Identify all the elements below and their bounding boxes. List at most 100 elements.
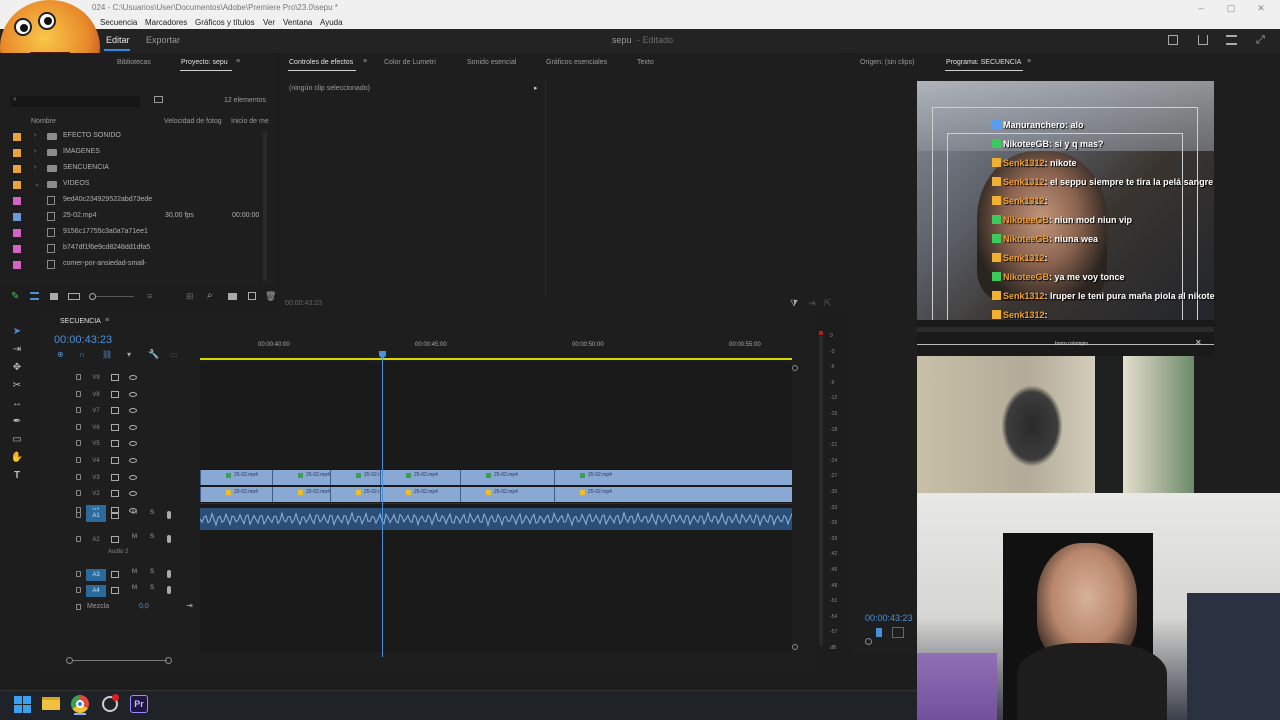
- sync-lock-icon[interactable]: [111, 457, 119, 464]
- sync-lock-icon[interactable]: [111, 490, 119, 498]
- video-track-header[interactable]: V8: [60, 387, 195, 403]
- project-panel-menu-icon[interactable]: ≡: [236, 58, 240, 65]
- sync-lock-icon[interactable]: [111, 407, 119, 415]
- program-settings-icon[interactable]: [892, 627, 904, 638]
- timeline-hscroll-start[interactable]: [66, 657, 73, 664]
- sort-icon[interactable]: ≡: [147, 291, 152, 301]
- playhead-line[interactable]: [382, 352, 383, 657]
- zoom-slider-track[interactable]: [96, 296, 134, 297]
- solo-button[interactable]: S: [150, 510, 154, 516]
- disclosure-chevron-icon[interactable]: ›: [34, 148, 36, 155]
- label-color-swatch[interactable]: [13, 165, 21, 173]
- video-track-header[interactable]: V4: [60, 453, 195, 469]
- sync-lock-icon[interactable]: [111, 512, 119, 519]
- lock-icon[interactable]: [76, 407, 81, 414]
- workspaces-menu-icon[interactable]: [1226, 35, 1237, 45]
- track-name[interactable]: V9: [86, 372, 106, 384]
- project-clip-row[interactable]: comer-por-ansiedad-small-: [10, 257, 265, 273]
- solo-button[interactable]: S: [150, 585, 154, 591]
- project-clip-row[interactable]: 9ed40c234929522abd73ede: [10, 193, 265, 209]
- menu-graficos[interactable]: Gráficos y títulos: [195, 16, 255, 29]
- video-clip-v2[interactable]: 25-02.mp4: [554, 470, 792, 485]
- mix-expand-icon[interactable]: ⇥: [186, 601, 193, 610]
- lock-icon[interactable]: [76, 490, 81, 497]
- track-name[interactable]: V5: [86, 438, 106, 450]
- effect-controls-menu-icon[interactable]: ≡: [363, 58, 367, 65]
- freeform-view-icon[interactable]: [68, 293, 80, 300]
- sequence-menu-icon[interactable]: ≡: [105, 317, 109, 324]
- label-color-swatch[interactable]: [13, 181, 21, 189]
- wrench-icon[interactable]: 🔧: [148, 349, 159, 360]
- timeline-vscroll-end[interactable]: [792, 644, 798, 650]
- delete-icon[interactable]: 🗑: [265, 291, 276, 302]
- eye-icon[interactable]: [129, 375, 137, 380]
- chrome-icon[interactable]: [70, 694, 90, 715]
- audio-track-header[interactable]: A2 M S: [60, 532, 195, 548]
- menu-secuencia[interactable]: Secuencia: [100, 16, 137, 29]
- timeline-hscroll-bar[interactable]: [73, 660, 167, 661]
- export-frame-icon[interactable]: ⇱: [824, 298, 832, 309]
- track-name[interactable]: V4: [86, 455, 106, 467]
- video-clip-v2[interactable]: 25-02.mp4: [200, 470, 272, 485]
- sync-lock-icon[interactable]: [111, 536, 119, 543]
- project-folder-row[interactable]: › EFECTO SONIDO: [10, 129, 265, 145]
- lock-icon[interactable]: [76, 440, 81, 447]
- mute-button[interactable]: M: [132, 585, 137, 591]
- marker-icon[interactable]: ▾: [127, 350, 131, 359]
- sync-lock-icon[interactable]: [111, 440, 119, 448]
- label-color-swatch[interactable]: [13, 245, 21, 253]
- eye-icon[interactable]: [129, 458, 137, 463]
- minimize-icon[interactable]: –: [1186, 0, 1216, 16]
- track-select-tool-icon[interactable]: ⇥: [10, 343, 24, 357]
- ripple-edit-tool-icon[interactable]: ✥: [10, 361, 24, 375]
- program-panel-menu-icon[interactable]: ≡: [1027, 58, 1031, 65]
- column-start[interactable]: Inicio de me: [231, 118, 269, 125]
- play-audio-icon[interactable]: ⇥: [808, 298, 816, 309]
- program-playhead-icon[interactable]: [876, 628, 882, 637]
- video-clip-v2[interactable]: 25-02.mp: [330, 470, 380, 485]
- video-track-header[interactable]: V7: [60, 403, 195, 419]
- video-track-header[interactable]: V6: [60, 420, 195, 436]
- video-clip-v2[interactable]: 25-02.mp4: [380, 470, 460, 485]
- microphone-icon[interactable]: [167, 511, 171, 519]
- icon-view-icon[interactable]: [50, 293, 58, 300]
- disclosure-chevron-icon[interactable]: ›: [34, 164, 36, 171]
- solo-button[interactable]: S: [150, 534, 154, 540]
- disclosure-chevron-icon[interactable]: ⌄: [34, 180, 40, 188]
- eye-icon[interactable]: [129, 391, 137, 397]
- sync-lock-icon[interactable]: [111, 571, 119, 578]
- tab-project[interactable]: Proyecto: sepu: [181, 59, 228, 66]
- eye-icon[interactable]: [129, 441, 137, 447]
- video-track-header[interactable]: V9: [60, 370, 195, 386]
- track-name[interactable]: A3: [86, 569, 106, 581]
- mute-button[interactable]: M: [132, 534, 137, 540]
- filter-icon[interactable]: ⧩: [790, 298, 798, 309]
- project-search-input[interactable]: ⌕: [10, 96, 140, 107]
- microphone-icon[interactable]: [167, 535, 171, 543]
- project-folder-row[interactable]: ⌄ VIDEOS: [10, 177, 265, 193]
- video-clip-v2[interactable]: 25-02.mp4: [272, 470, 330, 485]
- tab-lumetri[interactable]: Color de Lumetri: [384, 59, 436, 66]
- quick-export-icon[interactable]: [1168, 35, 1178, 45]
- project-folder-row[interactable]: › SENCUENCIA: [10, 161, 265, 177]
- captions-icon[interactable]: ▭: [170, 350, 178, 359]
- tab-text[interactable]: Texto: [637, 59, 654, 66]
- video-track-header[interactable]: V3: [60, 470, 195, 486]
- tab-source[interactable]: Origen: (sin clips): [860, 59, 914, 66]
- work-area-bar[interactable]: [200, 358, 792, 360]
- sequence-tab[interactable]: SECUENCIA: [60, 318, 101, 325]
- label-color-swatch[interactable]: [13, 261, 21, 269]
- video-track-header[interactable]: V2: [60, 486, 195, 502]
- lock-icon[interactable]: [76, 374, 81, 380]
- column-name[interactable]: Nombre: [31, 118, 56, 125]
- timeline-ruler[interactable]: 00:00:40:00 00:00:45:00 00:00:50:00 00:0…: [200, 340, 792, 362]
- video-clip-v1[interactable]: 25-02.mp4: [200, 487, 272, 502]
- track-name[interactable]: A1: [86, 510, 106, 522]
- timeline-hscroll-end[interactable]: [165, 657, 172, 664]
- tab-essential-sound[interactable]: Sonido esencial: [467, 59, 516, 66]
- menu-ver[interactable]: Ver: [263, 16, 275, 29]
- tab-effect-controls[interactable]: Controles de efectos: [289, 59, 353, 66]
- share-icon[interactable]: [1198, 35, 1208, 45]
- maximize-icon[interactable]: ▢: [1216, 0, 1246, 16]
- audio-track-header[interactable]: A3 M S: [60, 567, 195, 583]
